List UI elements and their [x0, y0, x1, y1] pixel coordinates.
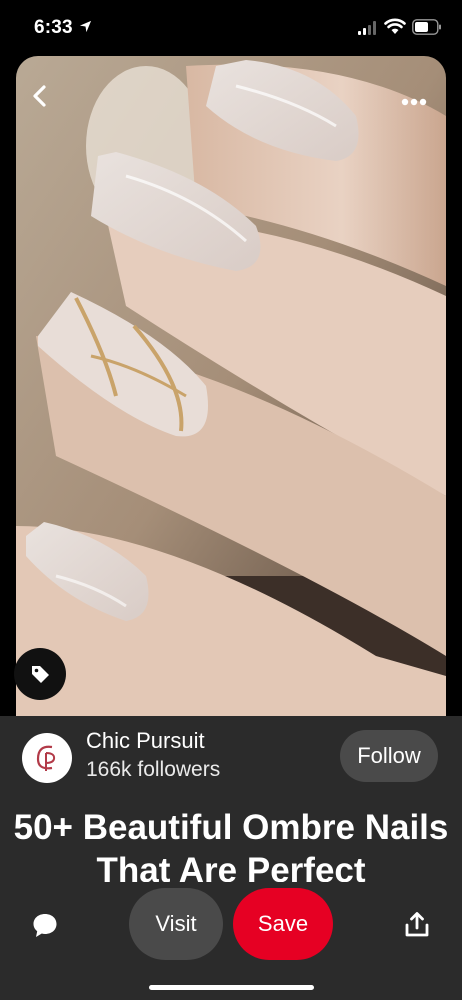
comment-icon[interactable]: [30, 910, 60, 940]
pin-title-container: 50+ Beautiful Ombre Nails That Are Perfe…: [0, 806, 462, 882]
follow-button[interactable]: Follow: [340, 730, 438, 782]
save-button[interactable]: Save: [233, 888, 333, 960]
share-icon[interactable]: [403, 911, 431, 939]
pin-title: 50+ Beautiful Ombre Nails That Are Perfe…: [13, 808, 449, 882]
cellular-signal-icon: [358, 21, 376, 35]
creator-name[interactable]: Chic Pursuit: [86, 728, 205, 754]
visit-button[interactable]: Visit: [129, 888, 223, 960]
avatar-logo-icon: [23, 734, 71, 782]
battery-icon: [412, 19, 441, 35]
tag-button[interactable]: [14, 648, 66, 700]
chevron-left-icon[interactable]: [22, 78, 58, 114]
status-bar: 6:33: [0, 0, 462, 56]
tag-icon: [32, 666, 49, 683]
more-horizontal-icon[interactable]: [392, 86, 436, 118]
creator-avatar[interactable]: [22, 733, 72, 783]
home-indicator[interactable]: [149, 985, 314, 990]
location-arrow-icon: [79, 20, 92, 33]
status-time: 6:33: [34, 17, 73, 38]
wifi-icon: [384, 18, 406, 34]
follower-count: 166k followers: [86, 758, 221, 781]
nail-photo: [16, 56, 446, 716]
pin-image[interactable]: [16, 56, 446, 716]
action-bar: [0, 882, 462, 1000]
